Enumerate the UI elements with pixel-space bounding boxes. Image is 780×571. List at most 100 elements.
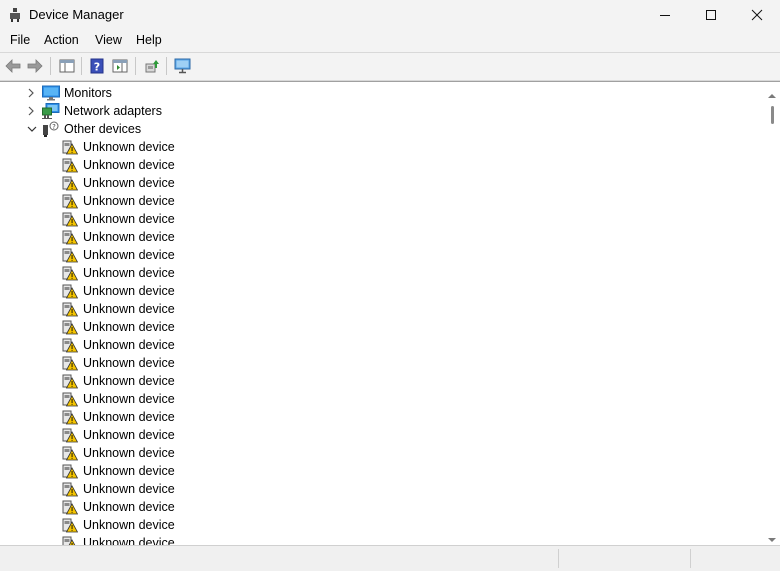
device-item[interactable]: Unknown device: [62, 156, 662, 174]
device-item[interactable]: Unknown device: [62, 516, 662, 534]
chevron-down-icon[interactable]: [26, 120, 38, 138]
unknown-device-warning-icon: [62, 319, 79, 335]
device-item[interactable]: Unknown device: [62, 390, 662, 408]
status-bar: [0, 545, 780, 571]
device-item[interactable]: Unknown device: [62, 138, 662, 156]
unknown-device-warning-icon: [62, 499, 79, 515]
tree-category-other-devices[interactable]: ? Other devices: [26, 120, 726, 138]
toolbar-separator: [135, 57, 136, 75]
scan-hardware-changes-button[interactable]: [173, 56, 193, 76]
unknown-device-warning-icon: [62, 229, 79, 245]
device-item[interactable]: Unknown device: [62, 354, 662, 372]
unknown-device-warning-icon: [62, 481, 79, 497]
other-devices-icon: ?: [42, 121, 59, 137]
network-adapter-icon: [42, 103, 60, 119]
menu-file[interactable]: File: [10, 33, 30, 47]
show-hide-console-tree-button[interactable]: [57, 56, 77, 76]
toolbar-separator: [166, 57, 167, 75]
unknown-device-warning-icon: [62, 211, 79, 227]
device-item[interactable]: Unknown device: [62, 462, 662, 480]
unknown-device-warning-icon: [62, 301, 79, 317]
device-label: Unknown device: [83, 230, 175, 244]
unknown-device-warning-icon: [62, 409, 79, 425]
device-label: Unknown device: [83, 446, 175, 460]
device-item[interactable]: Unknown device: [62, 192, 662, 210]
device-item[interactable]: Unknown device: [62, 318, 662, 336]
scrollbar-thumb[interactable]: [771, 106, 774, 124]
device-item[interactable]: Unknown device: [62, 372, 662, 390]
forward-arrow-icon: [27, 59, 43, 73]
update-driver-button[interactable]: [142, 56, 162, 76]
tree-category-label: Other devices: [64, 122, 142, 136]
device-item[interactable]: Unknown device: [62, 480, 662, 498]
device-item[interactable]: Unknown device: [62, 246, 662, 264]
update-driver-icon: [145, 60, 159, 73]
vertical-scrollbar[interactable]: [764, 82, 780, 546]
device-item[interactable]: Unknown device: [62, 408, 662, 426]
device-item[interactable]: Unknown device: [62, 228, 662, 246]
device-item[interactable]: Unknown device: [62, 426, 662, 444]
device-label: Unknown device: [83, 356, 175, 370]
device-label: Unknown device: [83, 302, 175, 316]
help-button[interactable]: ?: [87, 56, 107, 76]
unknown-device-warning-icon: [62, 427, 79, 443]
menu-view[interactable]: View: [95, 33, 122, 47]
device-label: Unknown device: [83, 158, 175, 172]
show-action-pane-button[interactable]: [110, 56, 130, 76]
device-label: Unknown device: [83, 212, 175, 226]
unknown-device-warning-icon: [62, 193, 79, 209]
toolbar-separator: [81, 57, 82, 75]
minimize-icon: [660, 15, 670, 16]
device-item[interactable]: Unknown device: [62, 444, 662, 462]
unknown-device-warning-icon: [62, 157, 79, 173]
device-item[interactable]: Unknown device: [62, 498, 662, 516]
unknown-device-warning-icon: [62, 283, 79, 299]
unknown-device-warning-icon: [62, 445, 79, 461]
device-label: Unknown device: [83, 482, 175, 496]
tree-category-monitors[interactable]: Monitors: [26, 84, 726, 102]
device-item[interactable]: Unknown device: [62, 210, 662, 228]
device-label: Unknown device: [83, 176, 175, 190]
window-title: Device Manager: [29, 7, 124, 22]
device-label: Unknown device: [83, 338, 175, 352]
device-label: Unknown device: [83, 392, 175, 406]
device-label: Unknown device: [83, 248, 175, 262]
scroll-up-arrow-icon[interactable]: [768, 88, 776, 102]
close-button[interactable]: [734, 0, 780, 30]
device-item[interactable]: Unknown device: [62, 300, 662, 318]
back-button[interactable]: [3, 56, 23, 76]
tree-category-network-adapters[interactable]: Network adapters: [26, 102, 726, 120]
maximize-button[interactable]: [688, 0, 734, 30]
unknown-device-warning-icon: [62, 463, 79, 479]
tree-category-label: Network adapters: [64, 104, 162, 118]
device-label: Unknown device: [83, 500, 175, 514]
minimize-button[interactable]: [642, 0, 688, 30]
chevron-right-icon[interactable]: [26, 102, 38, 120]
unknown-device-warning-icon: [62, 391, 79, 407]
forward-button[interactable]: [25, 56, 45, 76]
scroll-down-arrow-icon[interactable]: [768, 532, 776, 546]
menu-action[interactable]: Action: [44, 33, 79, 47]
menu-help[interactable]: Help: [136, 33, 162, 47]
show-hide-console-tree-icon: [59, 59, 75, 73]
unknown-device-warning-icon: [62, 247, 79, 263]
device-label: Unknown device: [83, 464, 175, 478]
device-label: Unknown device: [83, 140, 175, 154]
device-item[interactable]: Unknown device: [62, 336, 662, 354]
device-item[interactable]: Unknown device: [62, 174, 662, 192]
device-label: Unknown device: [83, 320, 175, 334]
monitor-icon: [42, 85, 60, 101]
device-tree[interactable]: Monitors Network adapters ? Other device…: [0, 81, 780, 546]
chevron-right-icon[interactable]: [26, 84, 38, 102]
device-item[interactable]: Unknown device: [62, 264, 662, 282]
device-label: Unknown device: [83, 374, 175, 388]
help-icon: ?: [90, 58, 104, 74]
scan-hardware-changes-icon: [174, 58, 191, 74]
toolbar: ?: [0, 52, 780, 81]
unknown-device-warning-icon: [62, 337, 79, 353]
device-item[interactable]: Unknown device: [62, 282, 662, 300]
device-label: Unknown device: [83, 518, 175, 532]
status-pane: [558, 549, 691, 568]
show-action-pane-icon: [112, 59, 128, 73]
tree-category-label: Monitors: [64, 86, 112, 100]
